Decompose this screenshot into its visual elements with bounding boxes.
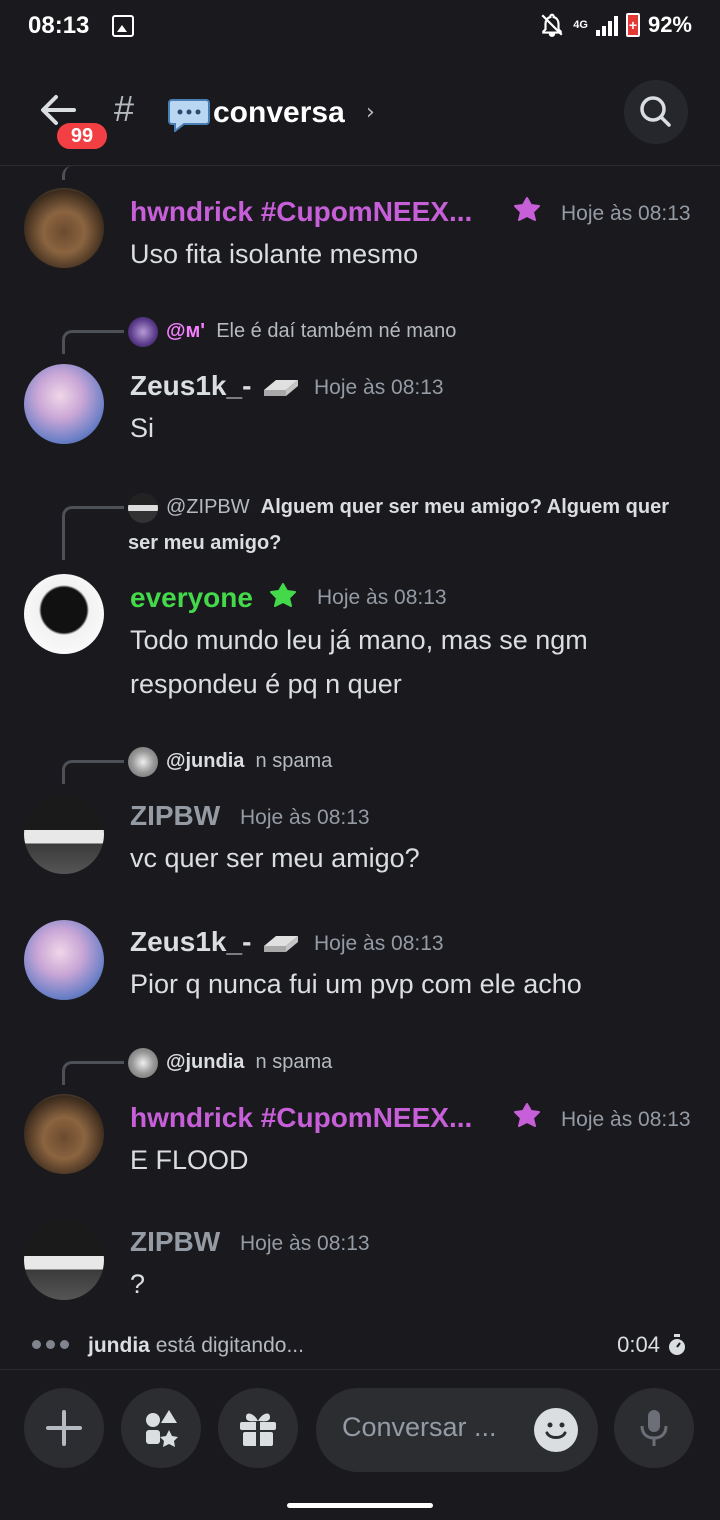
image-notification-icon [112, 15, 134, 37]
message-input[interactable]: Conversar ... [316, 1388, 598, 1472]
message-text: Pior q nunca fui um pvp com ele acho [130, 969, 582, 999]
message-username[interactable]: ZIPBW [130, 1226, 220, 1258]
nitro-flower-icon [514, 1103, 540, 1127]
reply-username: @jundia [166, 750, 245, 772]
message-timestamp: Hoje às 08:13 [314, 376, 444, 399]
reply-spine [62, 330, 124, 354]
add-attachment-button[interactable] [24, 1388, 104, 1468]
iron-ingot-icon [264, 936, 298, 952]
plus-icon [46, 1410, 82, 1446]
stopwatch-icon [669, 1334, 685, 1355]
message[interactable]: Zeus1k_- Hoje às 08:13 Si [0, 364, 720, 454]
status-time: 08:13 [28, 12, 90, 39]
reply-text: n spama [255, 750, 333, 772]
message[interactable]: ZIPBW Hoje às 08:13 vc quer ser meu amig… [0, 794, 720, 884]
typing-user: jundia [88, 1334, 150, 1357]
smiley-icon [545, 1422, 567, 1439]
gift-button[interactable] [218, 1388, 298, 1468]
nitro-flower-icon [270, 583, 296, 607]
home-indicator[interactable] [287, 1503, 433, 1508]
unread-badge: 99 [54, 120, 110, 152]
message-timestamp: Hoje às 08:13 [314, 932, 444, 955]
message[interactable]: everyone Hoje às 08:13 Todo mundo leu já… [0, 574, 720, 704]
apps-button[interactable] [121, 1388, 201, 1468]
message-text: vc quer ser meu amigo? [130, 843, 420, 873]
reply-username: @ZIPBW [166, 496, 250, 518]
message[interactable]: hwndrick #CupomNEEX... Hoje às 08:13 E F… [0, 1094, 720, 1184]
message-username[interactable]: everyone [130, 582, 253, 614]
avatar[interactable] [24, 794, 104, 874]
channel-hash-icon: # [114, 88, 135, 129]
emoji-button[interactable] [534, 1408, 578, 1452]
message-timestamp: Hoje às 08:13 [240, 806, 370, 829]
avatar[interactable] [24, 574, 104, 654]
message[interactable]: ZIPBW Hoje às 08:13 ? [0, 1220, 720, 1310]
signal-icon [595, 14, 618, 36]
message-timestamp: Hoje às 08:13 [317, 586, 447, 609]
reply-spine [62, 506, 124, 560]
timer-value: 0:04 [617, 1332, 660, 1357]
message-text: ? [130, 1269, 146, 1299]
reply-username: @ᴍ' [166, 320, 206, 342]
message[interactable]: Zeus1k_- Hoje às 08:13 Pior q nunca fui … [0, 920, 720, 1010]
typing-text: jundia está digitando... [88, 1334, 304, 1358]
avatar[interactable] [24, 1220, 104, 1300]
reply-preview[interactable]: @ZIPBW Alguem quer ser meu amigo? Alguem… [128, 489, 688, 561]
voice-message-button[interactable] [614, 1388, 694, 1468]
gift-icon [240, 1413, 276, 1446]
channel-header: 99 # conversa › [0, 70, 720, 166]
apps-icon [146, 1410, 178, 1447]
reply-text: Ele é daí também né mano [216, 320, 457, 342]
microphone-icon [640, 1410, 668, 1446]
message-username[interactable]: ZIPBW [130, 800, 220, 832]
typing-dots-icon [32, 1340, 69, 1349]
reply-spine [62, 166, 124, 180]
message-text: E FLOOD [130, 1145, 249, 1175]
reply-spine [62, 760, 124, 784]
typing-label: está digitando... [155, 1334, 304, 1357]
slowmode-timer: 0:04 [617, 1332, 688, 1358]
channel-name[interactable]: conversa [213, 96, 345, 130]
reply-username: @jundia [166, 1051, 245, 1073]
iron-ingot-icon [264, 380, 298, 396]
message-timestamp: Hoje às 08:13 [561, 1108, 691, 1131]
reply-preview[interactable]: @jundia n spama [128, 743, 332, 779]
battery-percent: 92% [647, 12, 692, 37]
avatar[interactable] [24, 920, 104, 1000]
avatar[interactable] [24, 364, 104, 444]
reply-avatar [128, 316, 158, 347]
message-username[interactable]: Zeus1k_- [130, 370, 251, 402]
chevron-right-icon[interactable]: › [366, 100, 375, 125]
avatar[interactable] [24, 188, 104, 268]
reply-text: n spama [255, 1051, 333, 1073]
message-text: Uso fita isolante mesmo [130, 239, 419, 269]
message-username[interactable]: hwndrick #CupomNEEX... [130, 1102, 472, 1134]
message-timestamp: Hoje às 08:13 [561, 202, 691, 225]
message-text: Si [130, 413, 155, 443]
message-username[interactable]: Zeus1k_- [130, 926, 251, 958]
typing-indicator: jundia está digitando... 0:04 [0, 1326, 720, 1370]
bell-off-icon [541, 13, 563, 37]
search-button[interactable] [624, 80, 688, 144]
status-bar: 08:13 4G 92% [0, 0, 720, 56]
reply-avatar [128, 492, 158, 523]
avatar[interactable] [24, 1094, 104, 1174]
battery-icon [625, 13, 640, 37]
search-icon [640, 96, 671, 127]
speech-balloon-icon [168, 99, 210, 132]
message-text: Todo mundo leu já mano, mas se ngm respo… [130, 625, 588, 699]
reply-spine [62, 1061, 124, 1085]
reply-preview[interactable]: @jundia n spama [128, 1044, 332, 1080]
message-input-placeholder: Conversar ... [342, 1412, 497, 1442]
reply-avatar [128, 1047, 158, 1078]
network-type: 4G [573, 19, 588, 31]
status-icons: 4G 92% [539, 12, 692, 38]
message-timestamp: Hoje às 08:13 [240, 1232, 370, 1255]
nitro-flower-icon [514, 197, 540, 221]
message-username[interactable]: hwndrick #CupomNEEX... [130, 196, 472, 228]
reply-preview[interactable]: @ᴍ' Ele é daí também né mano [128, 313, 456, 349]
message[interactable]: hwndrick #CupomNEEX... Hoje às 08:13 Uso… [0, 188, 720, 278]
reply-avatar [128, 746, 158, 777]
